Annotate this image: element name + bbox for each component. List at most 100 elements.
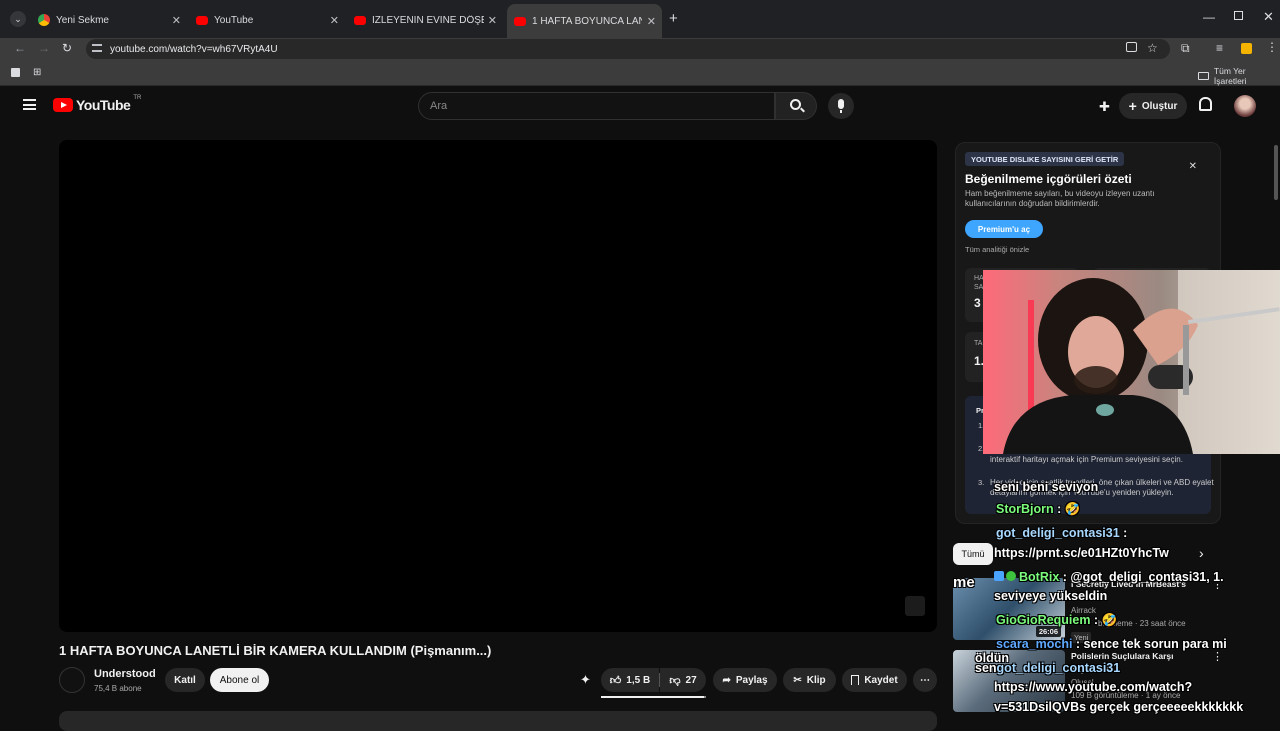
subscriber-count: 75,4 B abone: [94, 684, 142, 693]
clip-label: Klip: [806, 674, 826, 686]
voice-search-button[interactable]: [828, 93, 854, 119]
chat-username: got_deligi_contasi31: [996, 661, 1121, 675]
like-button[interactable]: 👍︎ 1,5 B: [601, 668, 659, 692]
hamburger-menu-icon[interactable]: [23, 99, 36, 110]
tab-label: YouTube: [214, 14, 254, 26]
upload-age: 23 saat önce: [1139, 619, 1186, 628]
more-vertical-icon[interactable]: ⋮: [1212, 650, 1223, 663]
tab-video-active[interactable]: 1 HAFTA BOYUNCA LANETLİ Bİ ✕: [507, 4, 662, 38]
create-label: Oluştur: [1141, 100, 1178, 112]
chat-text: : 🤣: [1090, 613, 1118, 627]
join-label: Katıl: [174, 674, 196, 686]
player-overlay-icon[interactable]: [905, 596, 925, 616]
region-badge: TR: [133, 95, 142, 101]
restore-button[interactable]: [1234, 11, 1243, 20]
close-icon[interactable]: ✕: [647, 15, 656, 28]
avatar[interactable]: [1234, 95, 1256, 117]
search-input[interactable]: Ara: [418, 92, 775, 120]
chip-all-label: Tümü: [961, 549, 985, 559]
premium-button[interactable]: Premium'u aç: [965, 220, 1043, 238]
url-text: youtube.com/watch?v=wh67VRytA4U: [110, 43, 278, 55]
all-bookmarks-button[interactable]: Tüm Yer İşaretleri: [1198, 66, 1280, 86]
tab-youtube[interactable]: YouTube ✕: [190, 8, 345, 32]
youtube-play-icon: [53, 98, 73, 112]
site-info-icon[interactable]: [92, 44, 102, 52]
extensions-icon[interactable]: ⧉: [1181, 41, 1190, 56]
page-scrollbar[interactable]: [1274, 145, 1278, 200]
minimize-button[interactable]: —: [1203, 10, 1215, 24]
more-actions-button[interactable]: ⋯: [913, 668, 937, 692]
thumbs-down-icon: 👎︎: [669, 674, 681, 687]
bookmark-icon: [851, 675, 860, 685]
youtube-icon: [354, 15, 366, 25]
bookmark-star-icon[interactable]: ☆: [1147, 41, 1158, 55]
chat-message: seviyeye yükseldin: [994, 589, 1108, 603]
share-button[interactable]: ➦ Paylaş: [713, 668, 777, 692]
chat-text: sen: [975, 661, 997, 675]
channel-name[interactable]: Understood: [94, 668, 156, 680]
chat-message: me: [953, 574, 975, 591]
install-icon[interactable]: [1126, 42, 1137, 52]
share-label: Paylaş: [735, 674, 768, 686]
stat-value: 3: [974, 296, 981, 310]
apps-grid-icon[interactable]: ⊞: [33, 67, 41, 78]
chat-message: scara_mochi : sence tek sorun para mi: [996, 637, 1227, 651]
media-icon[interactable]: ≡: [1216, 41, 1223, 55]
tab-video-2[interactable]: İZLEYENİN EVİNE DÖŞEYEN KO ✕: [348, 8, 503, 32]
close-icon[interactable]: ✕: [172, 14, 181, 27]
like-count: 1,5 B: [626, 674, 651, 686]
create-button[interactable]: + Oluştur: [1119, 93, 1187, 119]
preview-analytics-link[interactable]: Tüm analitiği önizle: [965, 245, 1029, 254]
bookmarks-bar: ⊞ Tüm Yer İşaretleri: [0, 60, 1280, 86]
video-player[interactable]: [59, 140, 937, 632]
chat-message: v=531DsilQVBs gerçek gerçeeeeekkkkkkk: [994, 700, 1244, 714]
url-input[interactable]: youtube.com/watch?v=wh67VRytA4U: [86, 39, 1170, 59]
ai-sparkle-icon[interactable]: ✦: [580, 672, 591, 688]
save-button[interactable]: Kaydet: [842, 668, 907, 692]
forward-icon[interactable]: →: [38, 41, 50, 55]
close-icon[interactable]: ✕: [488, 14, 497, 27]
new-tab-button[interactable]: +: [669, 10, 678, 27]
microphone-icon: [838, 99, 844, 109]
insights-heading: Beğenilmeme içgörüleri özeti: [965, 172, 1132, 186]
subscribe-label: Abone ol: [219, 674, 260, 686]
chat-username: StorBjorn: [996, 502, 1054, 516]
chat-text: :: [1119, 526, 1128, 540]
like-ratio-bar: [601, 696, 706, 698]
premium-label: Premium'u aç: [977, 224, 1031, 234]
chat-message: StorBjorn : 🤣: [996, 502, 1080, 517]
thumbs-up-icon: 👍︎: [609, 674, 622, 687]
folder-icon: [1198, 72, 1209, 80]
save-label: Kaydet: [864, 674, 898, 686]
youtube-icon: [514, 16, 526, 26]
badge-icon: [1006, 571, 1016, 581]
tab-new-tab[interactable]: Yeni Sekme ✕: [32, 8, 187, 32]
channel-avatar[interactable]: [59, 667, 85, 693]
join-button[interactable]: Katıl: [165, 668, 205, 692]
profile-extension-icon[interactable]: [1241, 43, 1252, 54]
subscribe-button[interactable]: Abone ol: [210, 668, 269, 692]
back-icon[interactable]: ←: [14, 41, 26, 55]
tab-label: 1 HAFTA BOYUNCA LANETLİ Bİ: [532, 15, 642, 27]
close-icon[interactable]: ✕: [1189, 161, 1197, 172]
description-box[interactable]: [59, 711, 937, 731]
share-icon: ➦: [722, 674, 731, 686]
youtube-logo[interactable]: YouTube TR: [53, 95, 142, 113]
tab-list-button[interactable]: ⌄: [10, 11, 26, 27]
menu-dots-icon[interactable]: ⋮: [1266, 40, 1278, 54]
chip-all[interactable]: Tümü: [953, 543, 993, 565]
dislike-count: 27: [685, 674, 697, 686]
clip-button[interactable]: ✂ Klip: [783, 668, 836, 692]
chips-next-icon[interactable]: ›: [1199, 545, 1204, 561]
create-camera-icon[interactable]: ✚: [1099, 99, 1110, 115]
reload-icon[interactable]: ↻: [62, 41, 72, 55]
notifications-bell-icon[interactable]: [1199, 97, 1212, 111]
chat-message: seni beni seviyon: [994, 480, 1099, 494]
close-icon[interactable]: ✕: [330, 14, 339, 27]
dislike-button[interactable]: 👎︎ 27: [660, 668, 706, 692]
chat-text: : 🤣: [1053, 502, 1081, 516]
sidebar-toggle-icon[interactable]: [11, 68, 20, 77]
search-button[interactable]: [775, 92, 817, 120]
chat-text: : sence tek sorun para mi: [1072, 637, 1227, 651]
window-close-button[interactable]: ✕: [1263, 9, 1274, 25]
